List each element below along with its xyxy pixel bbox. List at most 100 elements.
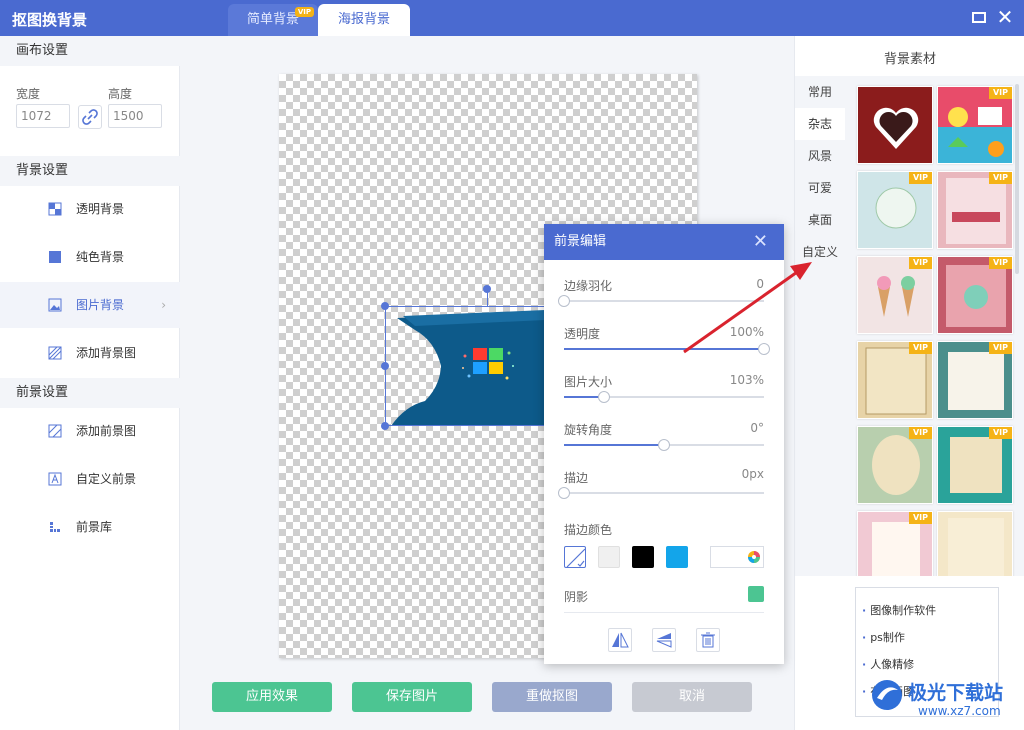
slider-fill	[564, 444, 664, 446]
ad-link[interactable]: ps制作	[862, 629, 905, 645]
menu-custom-foreground[interactable]: 自定义前景	[0, 456, 180, 502]
thumbnail-item[interactable]	[937, 511, 1013, 576]
vip-badge: VIP	[908, 342, 932, 354]
menu-image-background[interactable]: 图片背景 ›	[0, 282, 180, 328]
width-input[interactable]: 1072	[16, 104, 70, 128]
vip-badge: VIP	[908, 172, 932, 184]
flip-vertical-button[interactable]	[652, 628, 676, 652]
tab-simple-background[interactable]: 简单背景 VIP	[228, 4, 318, 36]
slider-knob[interactable]	[758, 343, 770, 355]
thumbnail-item[interactable]: VIP	[937, 256, 1013, 334]
feather-value: 0	[756, 277, 764, 291]
thumbnail-item[interactable]	[857, 86, 933, 164]
ad-link[interactable]: 人像精修	[862, 656, 914, 672]
stroke-slider[interactable]	[558, 487, 764, 499]
image-size-label: 图片大小	[564, 375, 613, 389]
hatched-square-icon	[48, 346, 62, 360]
grid-icon	[50, 522, 60, 532]
transparent-icon	[48, 202, 62, 216]
menu-foreground-library[interactable]: 前景库	[0, 504, 180, 550]
custom-color-picker[interactable]	[710, 546, 764, 568]
link-aspect-button[interactable]	[78, 105, 102, 129]
opacity-slider[interactable]	[564, 343, 770, 355]
canvas-settings-heading: 画布设置	[0, 36, 180, 66]
close-icon[interactable]: ✕	[996, 7, 1014, 27]
category-custom[interactable]: 自定义	[795, 236, 845, 268]
opacity-label: 透明度	[564, 327, 601, 341]
foreground-edit-dialog: 前景编辑 ✕ 边缘羽化 0 透明度 100% 图片大小 103% 旋转角度 0°…	[544, 224, 784, 664]
menu-add-background-image[interactable]: 添加背景图	[0, 330, 180, 376]
image-size-slider[interactable]	[564, 391, 764, 403]
rotate-handle[interactable]	[483, 285, 491, 293]
tab-poster-background[interactable]: 海报背景	[318, 4, 410, 36]
dialog-title: 前景编辑	[554, 234, 607, 249]
maximize-icon[interactable]	[970, 8, 988, 26]
category-common[interactable]: 常用	[795, 76, 845, 108]
thumbnail-item[interactable]: VIP	[857, 511, 933, 576]
stroke-label: 描边	[564, 471, 589, 485]
slider-knob[interactable]	[558, 295, 570, 307]
thumbnail-item[interactable]: VIP	[937, 341, 1013, 419]
vip-badge: VIP	[908, 427, 932, 439]
category-magazine[interactable]: 杂志	[795, 108, 845, 140]
save-image-button[interactable]: 保存图片	[352, 682, 472, 712]
swatch-none[interactable]	[564, 546, 586, 568]
menu-label: 添加背景图	[76, 346, 137, 360]
swatch-light-gray[interactable]	[598, 546, 620, 568]
thumbnail-item[interactable]: VIP	[937, 171, 1013, 249]
thumbnail-item[interactable]: VIP	[857, 341, 933, 419]
height-label: 高度	[108, 87, 133, 101]
menu-add-foreground-image[interactable]: 添加前景图	[0, 408, 180, 454]
vip-badge: VIP	[988, 427, 1012, 439]
resize-handle-left[interactable]	[381, 362, 389, 370]
cancel-button[interactable]: 取消	[632, 682, 752, 712]
text-a-icon	[48, 472, 62, 486]
redo-cutout-button[interactable]: 重做抠图	[492, 682, 612, 712]
rotation-slider[interactable]	[564, 439, 764, 451]
panel-title: 背景素材	[883, 52, 936, 67]
stroke-color-label: 描边颜色	[564, 523, 613, 537]
swatch-blue[interactable]	[666, 546, 688, 568]
thumbnail-item[interactable]: VIP	[937, 426, 1013, 504]
thumbnail-item[interactable]: VIP	[937, 86, 1013, 164]
flip-horizontal-button[interactable]	[608, 628, 632, 652]
delete-button[interactable]	[696, 628, 720, 652]
site-watermark: 极光下载站 www.xz7.com	[866, 672, 1024, 722]
flip-horizontal-icon	[612, 632, 629, 648]
height-input[interactable]: 1500	[108, 104, 162, 128]
category-scenery[interactable]: 风景	[795, 140, 845, 172]
vip-badge: VIP	[988, 342, 1012, 354]
swatch-black[interactable]	[632, 546, 654, 568]
shadow-toggle[interactable]	[748, 586, 764, 602]
category-cute[interactable]: 可爱	[795, 172, 845, 204]
menu-transparent-background[interactable]: 透明背景	[0, 186, 180, 232]
rotation-value: 0°	[750, 421, 764, 435]
menu-solid-background[interactable]: 纯色背景	[0, 234, 180, 280]
close-icon[interactable]: ✕	[753, 224, 768, 260]
slider-fill	[564, 348, 764, 350]
thumbnail-scrollbar[interactable]	[1015, 84, 1019, 274]
menu-label: 前景库	[76, 520, 113, 534]
tab-label: 海报背景	[337, 12, 390, 27]
add-foreground-icon	[48, 424, 62, 438]
trash-icon	[701, 632, 715, 648]
menu-label: 纯色背景	[76, 250, 125, 264]
category-desktop[interactable]: 桌面	[795, 204, 845, 236]
slider-knob[interactable]	[658, 439, 670, 451]
menu-label: 添加前景图	[76, 424, 137, 438]
foreground-settings-heading: 前景设置	[0, 378, 180, 408]
slider-knob[interactable]	[558, 487, 570, 499]
ad-link[interactable]: 图像制作软件	[862, 602, 936, 618]
feather-slider[interactable]	[558, 295, 764, 307]
background-materials-panel: 背景素材 常用 杂志 风景 可爱 桌面 自定义 VIP VIP VIP VIP …	[794, 36, 1024, 730]
slider-knob[interactable]	[598, 391, 610, 403]
thumbnail-item[interactable]: VIP	[857, 426, 933, 504]
thumbnail-grid: VIP VIP VIP VIP VIP VIP VIP VIP VIP VIP	[845, 76, 1024, 576]
thumbnail-item[interactable]: VIP	[857, 171, 933, 249]
resize-handle-bottom-left[interactable]	[381, 422, 389, 430]
tab-label: 简单背景	[246, 12, 299, 27]
vip-badge: VIP	[988, 172, 1012, 184]
thumbnail-item[interactable]: VIP	[857, 256, 933, 334]
apply-effect-button[interactable]: 应用效果	[212, 682, 332, 712]
resize-handle-top-left[interactable]	[381, 302, 389, 310]
